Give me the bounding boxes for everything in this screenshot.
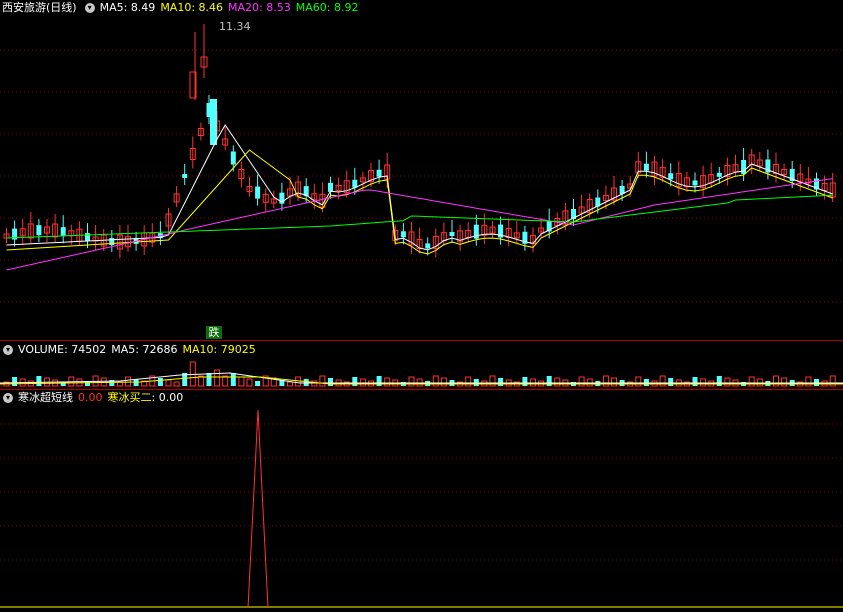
candle-body — [741, 160, 747, 175]
volume-bar — [295, 376, 302, 387]
volume-bar — [554, 377, 561, 387]
indicator-value-1: 0.00 — [78, 391, 103, 404]
volume-bar — [214, 369, 221, 387]
volume-bar — [173, 381, 180, 387]
volume-ma10: MA10: 79025 — [182, 343, 256, 356]
collapse-icon[interactable]: ▾ — [3, 345, 13, 355]
volume-pane[interactable]: ▾ VOLUME: 74502 MA5: 72686 MA10: 79025 — [0, 341, 843, 389]
ma10-indicator: MA10: 8.46 — [160, 1, 224, 14]
candle-body — [85, 233, 90, 242]
volume-bar — [781, 377, 788, 387]
volume-bar — [165, 379, 172, 387]
candle-body — [182, 174, 188, 178]
stock-title: 西安旅游(日线) — [2, 1, 77, 14]
collapse-icon[interactable]: ▾ — [84, 3, 95, 13]
candle-body — [668, 173, 674, 180]
candle-body — [449, 232, 455, 237]
volume-header: ▾ VOLUME: 74502 MA5: 72686 MA10: 79025 — [0, 342, 261, 358]
indicator-pane[interactable]: ▾ 寒冰超短线 0.00 寒冰买二: 0.00 — [0, 390, 843, 612]
volume-bar — [352, 377, 358, 386]
volume-bar — [287, 381, 293, 387]
candle-body — [400, 231, 406, 238]
collapse-icon[interactable]: ▾ — [3, 393, 13, 403]
volume-bar — [668, 378, 674, 386]
volume-bar — [692, 377, 698, 386]
volume-bar — [498, 378, 504, 386]
candle-body — [328, 182, 333, 192]
volume-bar — [12, 377, 18, 386]
volume-bar — [384, 377, 391, 387]
volume-bar — [440, 377, 447, 387]
volume-bar — [408, 376, 415, 387]
candle-body — [36, 225, 42, 236]
indicator-title: 寒冰超短线 — [18, 391, 73, 404]
main-chart-pane[interactable]: 西安旅游(日线) ▾ MA5: 8.49 MA10: 8.46 MA20: 8.53 MA… — [0, 0, 843, 340]
candle-body — [376, 169, 382, 177]
ma60-indicator: MA60: 8.92 — [295, 1, 359, 14]
candle-body — [60, 227, 66, 237]
main-header: 西安旅游(日线) ▾ MA5: 8.49 MA10: 8.46 MA20: 8.53 MA… — [0, 0, 363, 16]
candle-body — [255, 186, 261, 199]
volume-bar — [319, 375, 326, 387]
volume-bar — [230, 373, 236, 386]
volume-bar — [611, 377, 617, 387]
indicator-spike — [247, 409, 269, 609]
volume-bar — [578, 376, 585, 387]
ma20-line — [6, 178, 833, 271]
volume-bar — [805, 376, 812, 387]
indicator-chart[interactable] — [0, 390, 843, 612]
ma5-indicator: MA5: 8.49 — [99, 1, 156, 14]
volume-bar — [246, 378, 253, 387]
high-price-label: 11.34 — [219, 20, 251, 33]
candle-body — [210, 99, 217, 145]
candle-body — [425, 243, 431, 249]
volume-bar — [157, 378, 163, 386]
candle-body — [692, 180, 698, 186]
volume-bar — [125, 376, 131, 387]
volume-bar — [206, 373, 212, 386]
volume-ma5-line — [0, 372, 843, 384]
candlestick-chart[interactable] — [0, 0, 843, 340]
candle-body — [643, 163, 649, 171]
volume-bar — [238, 376, 245, 387]
indicator-value-2: 0.00 — [158, 391, 184, 404]
volume-bar — [328, 378, 333, 386]
volume-bar — [724, 377, 731, 387]
indicator-label-2: 寒冰买二 — [107, 391, 152, 404]
volume-bar — [635, 376, 642, 387]
volume-bar — [465, 376, 472, 387]
ma20-indicator: MA20: 8.53 — [228, 1, 291, 14]
volume-bar — [748, 376, 755, 387]
volume-bar — [36, 376, 42, 386]
candle-body — [716, 172, 722, 177]
volume-value: VOLUME: 74502 — [18, 343, 107, 356]
volume-ma5: MA5: 72686 — [111, 343, 178, 356]
candle-body — [230, 151, 236, 165]
indicator-header: ▾ 寒冰超短线 0.00 寒冰买二: 0.00 — [0, 390, 188, 406]
fall-marker: 跌 — [206, 326, 222, 339]
volume-bar — [522, 377, 528, 386]
volume-bar — [255, 381, 261, 386]
